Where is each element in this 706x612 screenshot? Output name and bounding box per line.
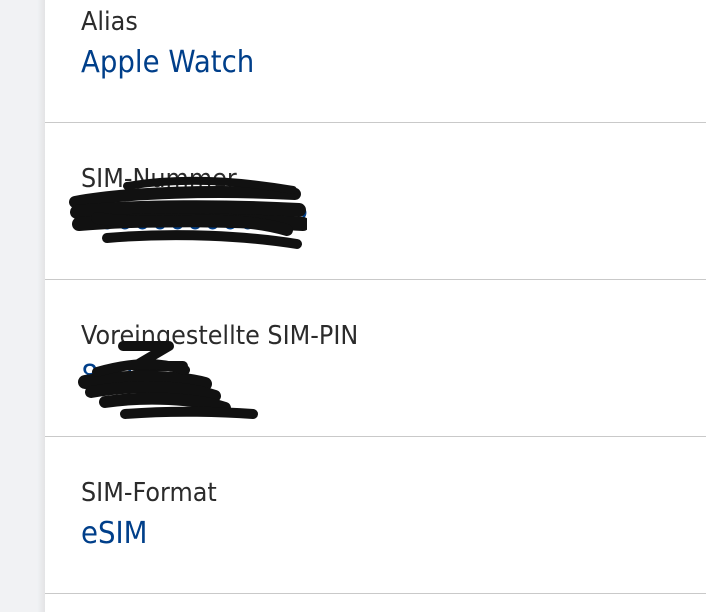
field-row-sim-number[interactable]: SIM-Nummer 0000000000022 xyxy=(45,123,706,279)
field-value-sim-pin: 8..8 xyxy=(81,359,134,394)
sim-details-panel: Alias Apple Watch SIM-Nummer 00000000000… xyxy=(45,0,706,612)
field-value-sim-format: eSIM xyxy=(81,516,148,551)
left-gutter xyxy=(0,0,45,612)
field-label-sim-number: SIM-Nummer xyxy=(81,164,237,194)
field-label-sim-pin: Voreingestellte SIM-PIN xyxy=(81,321,359,351)
divider xyxy=(45,593,706,594)
field-label-alias: Alias xyxy=(81,7,138,37)
field-row-sim-pin[interactable]: Voreingestellte SIM-PIN 8..8 xyxy=(45,280,706,436)
field-row-sim-format[interactable]: SIM-Format eSIM xyxy=(45,437,706,593)
field-row-alias[interactable]: Alias Apple Watch xyxy=(45,0,706,122)
field-value-sim-number: 0000000000022 xyxy=(81,202,310,237)
sim-details-screen: Alias Apple Watch SIM-Nummer 00000000000… xyxy=(0,0,706,612)
field-value-alias: Apple Watch xyxy=(81,45,255,80)
field-label-sim-format: SIM-Format xyxy=(81,478,217,508)
